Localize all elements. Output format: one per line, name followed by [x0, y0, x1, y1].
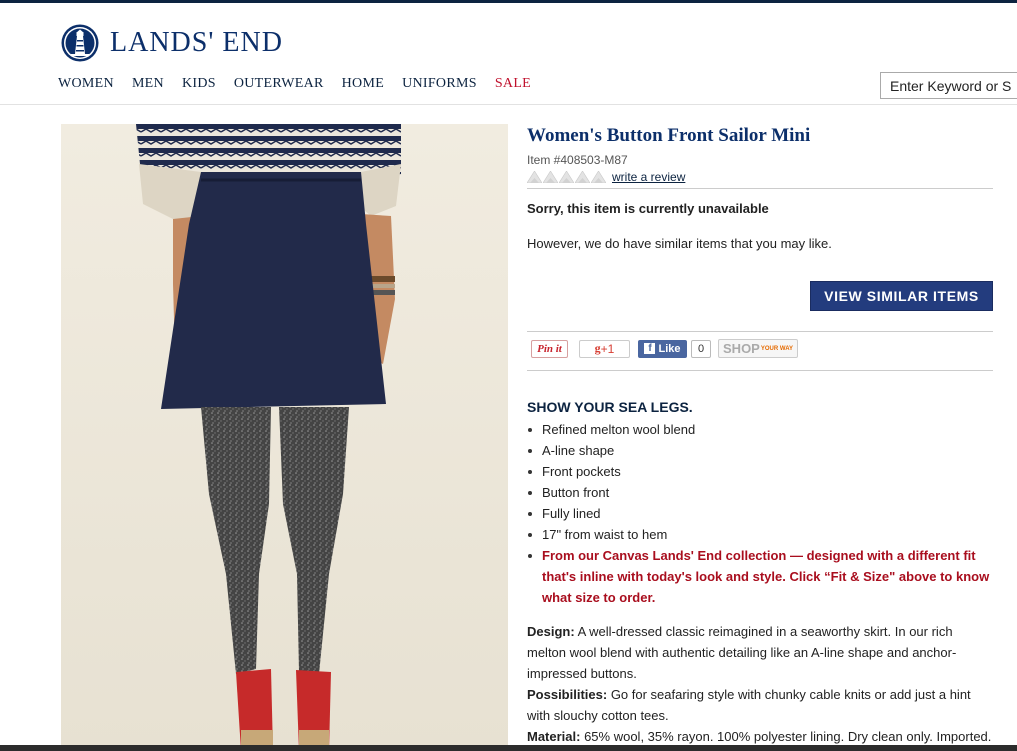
design-paragraph: Design: A well-dressed classic reimagine… — [527, 621, 993, 684]
shop-your-way-button[interactable]: SHOP YOUR WAY — [718, 339, 798, 358]
brand-name: LANDS' END — [110, 27, 283, 58]
social-share-bar: Pin it g +1 f Like 0 SHOP YOUR WAY — [531, 339, 798, 358]
material-label: Material: — [527, 729, 581, 744]
material-text: 65% wool, 35% rayon. 100% polyester lini… — [580, 729, 992, 744]
star-icon — [559, 171, 574, 183]
divider — [527, 188, 993, 189]
facebook-like-label: Like — [658, 342, 681, 355]
design-text: A well-dressed classic reimagined in a s… — [527, 624, 957, 681]
details-headline: SHOW YOUR SEA LEGS. — [527, 399, 693, 415]
star-icon — [527, 171, 542, 183]
nav-home[interactable]: HOME — [342, 76, 384, 92]
product-photo-illustration — [61, 124, 508, 751]
lighthouse-icon — [61, 24, 99, 62]
list-item: 17" from waist to hem — [528, 524, 992, 545]
search-box — [880, 72, 1017, 99]
possibilities-label: Possibilities: — [527, 687, 608, 702]
site-header: LANDS' END WOMEN MEN KIDS OUTERWEAR HOME… — [0, 3, 1017, 105]
star-icon — [543, 171, 558, 183]
feature-list: Refined melton wool blend A-line shape F… — [527, 419, 992, 608]
shop-your-way-tag: YOUR WAY — [760, 345, 793, 352]
view-similar-items-button[interactable]: VIEW SIMILAR ITEMS — [810, 281, 993, 311]
canvas-collection-note: From our Canvas Lands' End collection — … — [528, 545, 992, 608]
divider — [527, 370, 993, 371]
google-plus-label: +1 — [600, 341, 615, 356]
facebook-like-count: 0 — [691, 339, 711, 358]
rating-row: write a review — [527, 170, 993, 184]
similar-items-text: However, we do have similar items that y… — [527, 236, 832, 251]
nav-outerwear[interactable]: OUTERWEAR — [234, 76, 324, 92]
item-number: Item #408503-M87 — [527, 153, 628, 167]
nav-women[interactable]: WOMEN — [58, 76, 114, 92]
design-label: Design: — [527, 624, 575, 639]
star-rating — [527, 171, 606, 183]
write-review-link[interactable]: write a review — [612, 170, 685, 184]
unavailable-message: Sorry, this item is currently unavailabl… — [527, 201, 769, 216]
possibilities-paragraph: Possibilities: Go for seafaring style wi… — [527, 684, 993, 726]
nav-men[interactable]: MEN — [132, 76, 164, 92]
pinterest-button[interactable]: Pin it — [531, 339, 568, 358]
product-description: Design: A well-dressed classic reimagine… — [527, 621, 993, 747]
product-info: Women's Button Front Sailor Mini Item #4… — [527, 124, 993, 744]
product-title: Women's Button Front Sailor Mini — [527, 125, 811, 146]
brand-logo[interactable]: LANDS' END — [60, 23, 283, 63]
list-item: A-line shape — [528, 440, 992, 461]
facebook-like-button[interactable]: f Like — [638, 339, 687, 358]
bottom-edge — [0, 745, 1017, 751]
product-image[interactable] — [61, 124, 508, 751]
main-nav: WOMEN MEN KIDS OUTERWEAR HOME UNIFORMS S… — [58, 76, 549, 92]
star-icon — [575, 171, 590, 183]
facebook-icon: f — [644, 343, 656, 354]
nav-uniforms[interactable]: UNIFORMS — [402, 76, 477, 92]
material-paragraph: Material: 65% wool, 35% rayon. 100% poly… — [527, 726, 993, 747]
list-item: Refined melton wool blend — [528, 419, 992, 440]
shop-your-way-label: SHOP — [723, 341, 760, 356]
divider — [527, 331, 993, 332]
search-input[interactable] — [881, 73, 1017, 98]
star-icon — [591, 171, 606, 183]
nav-sale[interactable]: SALE — [495, 76, 531, 92]
list-item: Button front — [528, 482, 992, 503]
list-item: Front pockets — [528, 461, 992, 482]
google-plus-button[interactable]: g +1 — [579, 339, 630, 358]
nav-kids[interactable]: KIDS — [182, 76, 216, 92]
list-item: Fully lined — [528, 503, 992, 524]
